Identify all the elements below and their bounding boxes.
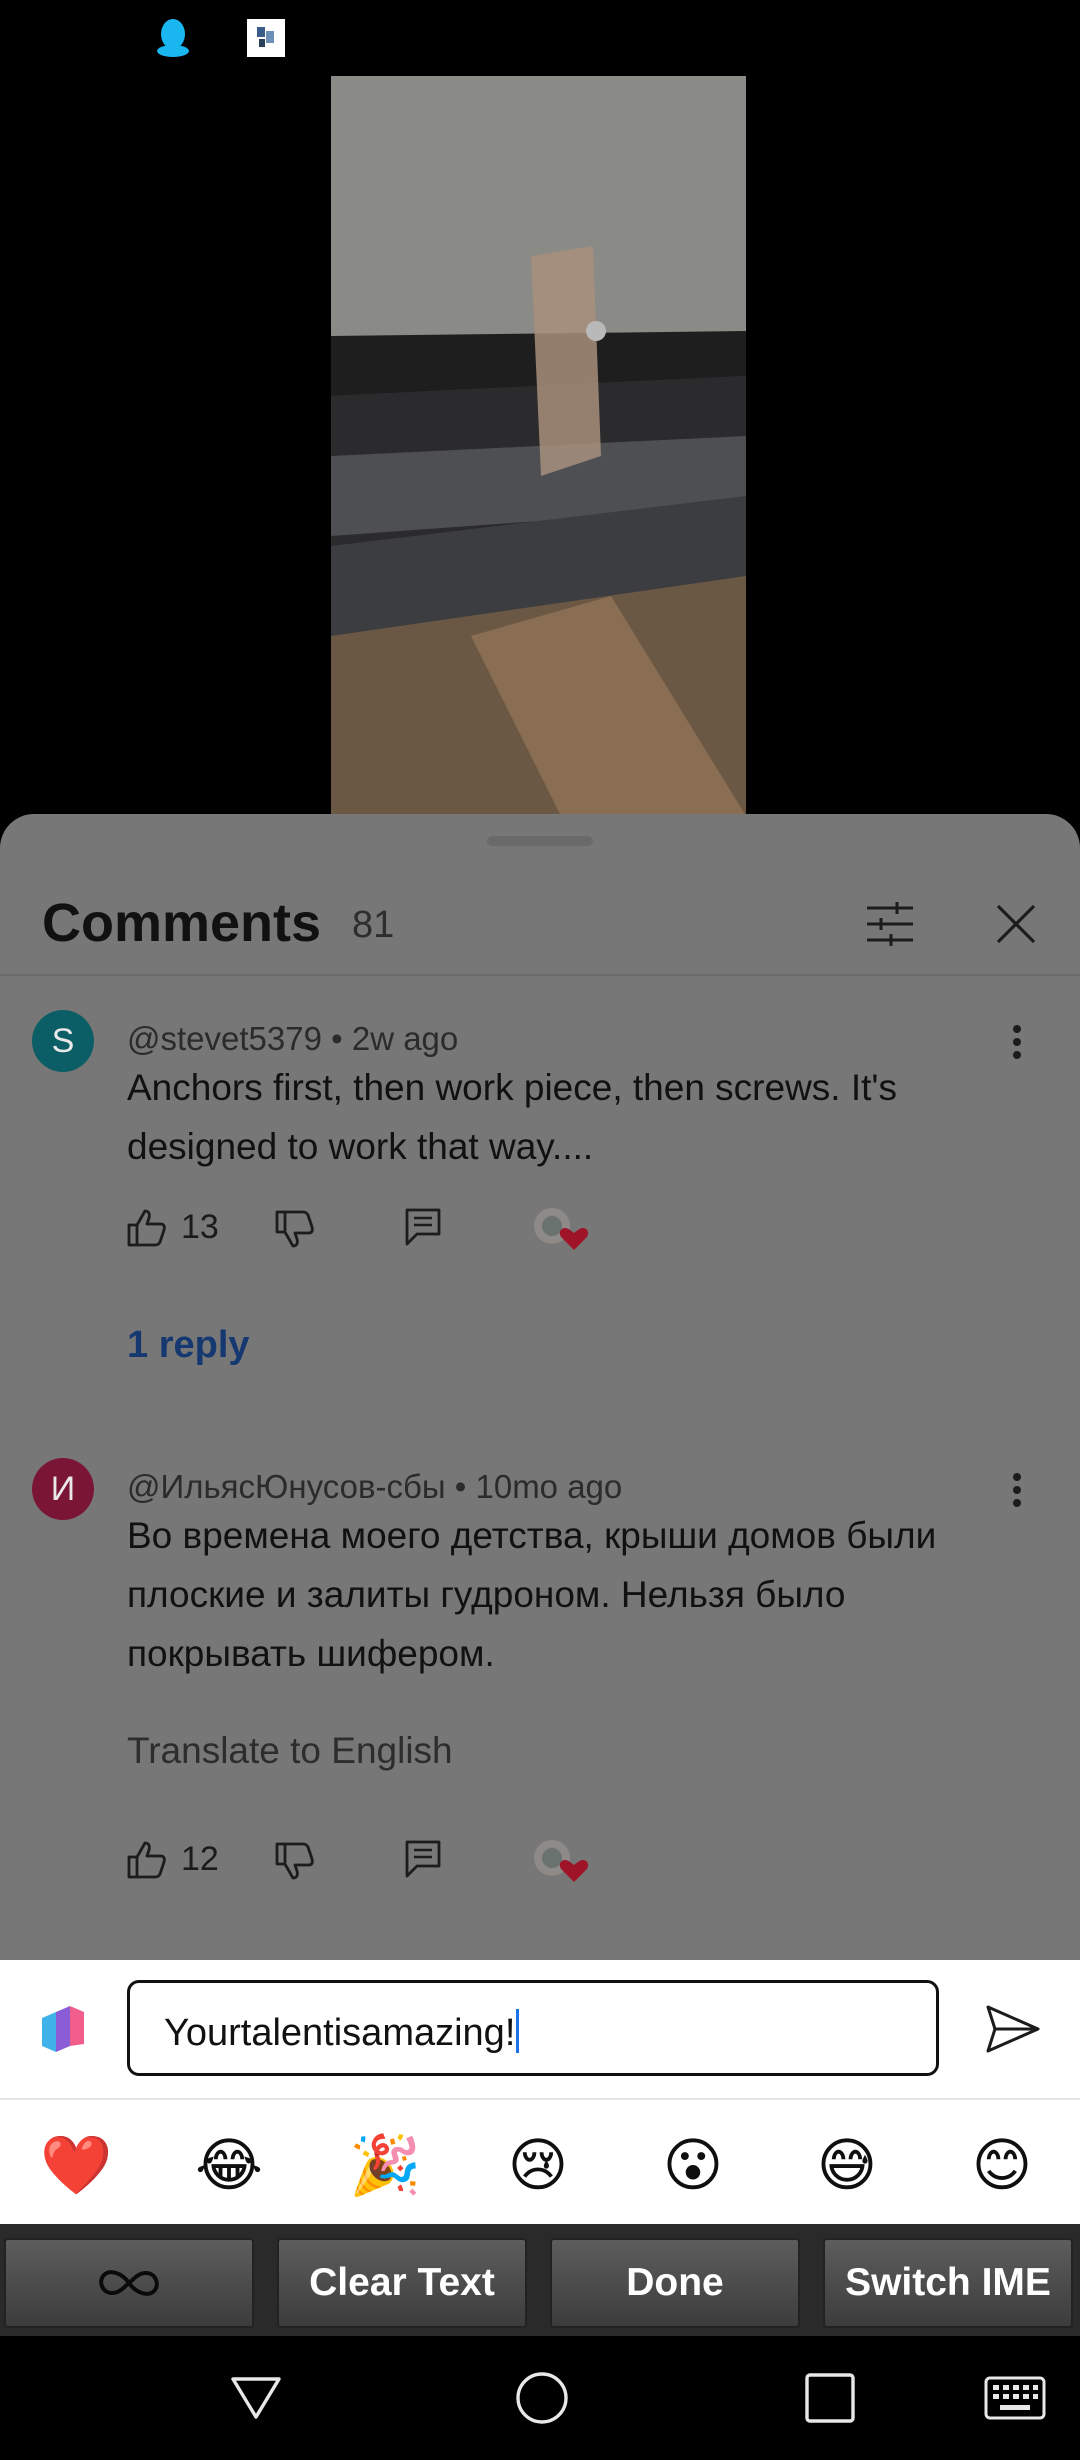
system-nav-bar bbox=[0, 2336, 1080, 2460]
app-logo-icon bbox=[38, 2004, 88, 2056]
comment-reply-icon bbox=[405, 1208, 441, 1246]
back-button[interactable] bbox=[224, 2366, 288, 2430]
home-button[interactable] bbox=[510, 2366, 574, 2430]
avatar[interactable]: И bbox=[32, 1458, 94, 1520]
infinity-icon bbox=[99, 2270, 159, 2296]
header-divider bbox=[0, 974, 1080, 976]
infinity-button[interactable] bbox=[4, 2238, 254, 2328]
comments-title: Comments bbox=[42, 893, 322, 953]
keyboard-toggle-button[interactable] bbox=[980, 2366, 1050, 2430]
comments-header: Comments 81 bbox=[0, 874, 1080, 974]
like-count: 13 bbox=[181, 1208, 219, 1246]
close-icon bbox=[996, 904, 1036, 944]
more-vert-icon bbox=[1013, 1473, 1021, 1507]
emoji-smile[interactable]: 😊 bbox=[967, 2130, 1037, 2200]
drag-handle[interactable] bbox=[487, 836, 593, 846]
send-icon bbox=[986, 2005, 1040, 2053]
comment-input[interactable]: Yourtalentisamazing! bbox=[127, 1980, 939, 2076]
recents-icon bbox=[805, 2373, 855, 2423]
clear-text-button[interactable]: Clear Text bbox=[277, 2238, 527, 2328]
switch-ime-button[interactable]: Switch IME bbox=[823, 2238, 1073, 2328]
creator-heart-badge bbox=[532, 1838, 592, 1888]
emoji-surprised[interactable]: 😮 bbox=[658, 2130, 728, 2200]
keyboard-icon bbox=[984, 2376, 1046, 2420]
creator-heart-badge bbox=[532, 1206, 592, 1256]
comment-text: Anchors first, then work piece, then scr… bbox=[127, 1067, 897, 1167]
comments-sheet: Comments 81 S @stevet5379 • 2w ago Ancho… bbox=[0, 814, 1080, 1960]
view-replies-link[interactable]: 1 reply bbox=[127, 1324, 250, 1367]
more-vert-icon bbox=[1013, 1025, 1021, 1059]
heart-icon bbox=[534, 1840, 589, 1882]
emoji-crying[interactable]: 😢 bbox=[503, 2130, 573, 2200]
video-player[interactable] bbox=[331, 76, 746, 816]
thumbs-up-icon bbox=[127, 1841, 166, 1878]
reply-button[interactable] bbox=[405, 1208, 441, 1246]
emoji-laughing[interactable]: 😂 bbox=[194, 2130, 264, 2200]
dislike-button[interactable] bbox=[275, 1210, 315, 1248]
translate-link[interactable]: Translate to English bbox=[127, 1730, 453, 1772]
avatar[interactable]: S bbox=[32, 1010, 94, 1072]
send-button[interactable] bbox=[980, 1996, 1046, 2062]
comment-meta: @stevet5379 • 2w ago bbox=[127, 1020, 459, 1057]
thumbs-up-icon bbox=[127, 1209, 166, 1246]
text-caret bbox=[516, 2009, 520, 2053]
emoji-heart[interactable]: ❤️ bbox=[40, 2130, 112, 2200]
emoji-bar: ❤️ 😂 🎉 😢 😮 😅 😊 bbox=[0, 2100, 1080, 2224]
recents-button[interactable] bbox=[798, 2366, 862, 2430]
comment-reply-icon bbox=[405, 1840, 441, 1878]
comment-input-text: Yourtalentisamazing! bbox=[164, 2012, 516, 2054]
thumbs-down-icon bbox=[275, 1842, 314, 1880]
done-button[interactable]: Done bbox=[550, 2238, 800, 2328]
filter-button[interactable] bbox=[858, 892, 922, 956]
heart-icon bbox=[534, 1208, 589, 1250]
comment-meta: @ИльясЮнусов-сбы • 10mo ago bbox=[127, 1468, 623, 1505]
sliders-icon bbox=[867, 902, 913, 946]
qq-icon bbox=[153, 18, 193, 58]
comments-count: 81 bbox=[352, 904, 395, 946]
reply-button[interactable] bbox=[405, 1840, 441, 1878]
close-button[interactable] bbox=[984, 892, 1048, 956]
comment-text: Во времена моего детства, крыши домов бы… bbox=[127, 1515, 937, 1674]
like-button[interactable]: 13 bbox=[127, 1208, 219, 1247]
status-bar bbox=[0, 0, 1080, 76]
thumbs-down-icon bbox=[275, 1210, 314, 1248]
app-notification-icon bbox=[247, 19, 285, 57]
emoji-sweat-smile[interactable]: 😅 bbox=[812, 2130, 882, 2200]
like-count: 12 bbox=[181, 1840, 219, 1878]
home-icon bbox=[516, 2372, 568, 2424]
dislike-button[interactable] bbox=[275, 1842, 315, 1880]
comment-compose-bar: Yourtalentisamazing! bbox=[0, 1960, 1080, 2100]
emoji-party-popper[interactable]: 🎉 bbox=[349, 2130, 421, 2200]
back-icon bbox=[231, 2377, 281, 2419]
like-button[interactable]: 12 bbox=[127, 1840, 219, 1879]
ime-action-bar: Clear Text Done Switch IME bbox=[0, 2224, 1080, 2336]
